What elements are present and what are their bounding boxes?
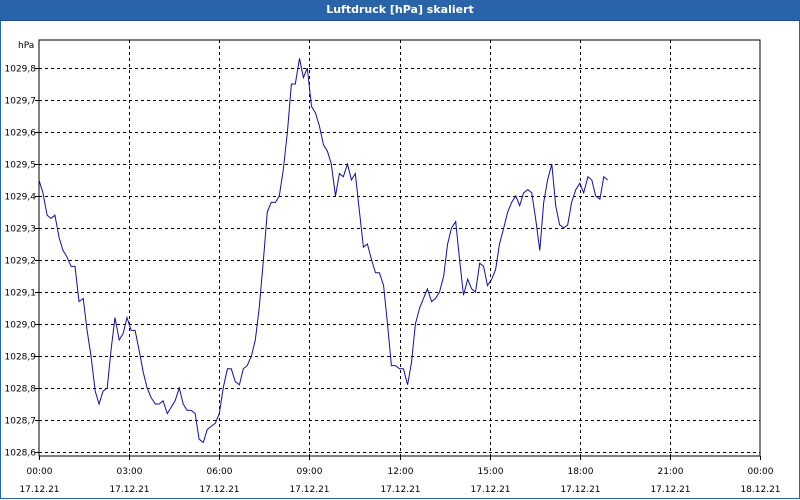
x-tick-date-label: 17.12.21 — [289, 485, 329, 495]
y-tick-label: 1029,8 — [5, 65, 37, 75]
x-tick-date-label: 18.12.21 — [740, 485, 780, 495]
x-tick-time-label: 21:00 — [658, 467, 684, 477]
y-tick-label: 1028,7 — [5, 417, 37, 427]
x-tick-date-label: 17.12.21 — [650, 485, 690, 495]
x-tick-time-label: 15:00 — [478, 467, 504, 477]
x-tick-time-label: 00:00 — [27, 467, 53, 477]
plot-area-border — [38, 39, 761, 457]
y-tick-label: 1029,7 — [5, 97, 37, 107]
x-tick-time-label: 03:00 — [117, 467, 143, 477]
pressure-series-line — [38, 58, 609, 444]
x-tick-time-label: 09:00 — [297, 467, 323, 477]
x-tick-date-label: 17.12.21 — [470, 485, 510, 495]
y-tick-label: 1029,1 — [5, 289, 37, 299]
series-group — [38, 58, 609, 444]
x-tick-time-label: 06:00 — [207, 467, 233, 477]
y-tick-label: 1029,6 — [5, 129, 37, 139]
y-tick-label: 1029,4 — [5, 193, 37, 203]
x-tick-date-label: 17.12.21 — [560, 485, 600, 495]
y-tick-label: 1029,3 — [5, 225, 37, 235]
x-tick-date-label: 17.12.21 — [109, 485, 149, 495]
pressure-line-chart: 1029,8 1029,7 1029,6 1029,5 1029,4 1029,3 1029… — [5, 39, 781, 495]
x-tick-date-label: 17.12.21 — [199, 485, 239, 495]
x-tick-time-label: 00:00 — [748, 467, 774, 477]
grid-lines — [39, 40, 760, 456]
y-axis-ticks: 1029,8 1029,7 1029,6 1029,5 1029,4 1029,3 1029… — [5, 65, 39, 459]
y-tick-label: 1028,6 — [5, 449, 37, 459]
y-tick-label: 1028,8 — [5, 385, 37, 395]
y-tick-label: 1029,0 — [5, 321, 37, 331]
y-tick-label: 1029,2 — [5, 257, 37, 267]
x-axis-ticks: 00:00 17.12.21 03:00 17.12.21 06:00 17.12.21 0… — [19, 456, 781, 495]
y-axis-unit-label: hPa — [18, 41, 34, 51]
x-tick-date-label: 17.12.21 — [380, 485, 420, 495]
y-tick-label: 1028,9 — [5, 353, 37, 363]
x-tick-time-label: 12:00 — [388, 467, 414, 477]
y-tick-label: 1029,5 — [5, 161, 37, 171]
x-tick-date-label: 17.12.21 — [19, 485, 59, 495]
x-tick-time-label: 18:00 — [568, 467, 594, 477]
